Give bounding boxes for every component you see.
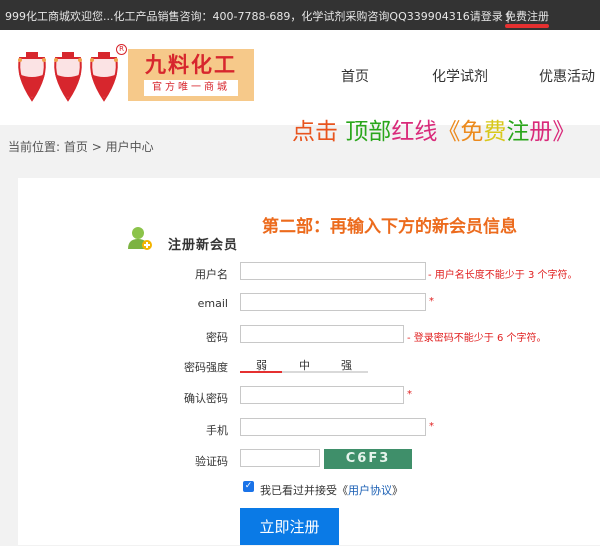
captcha-input[interactable]: [240, 449, 320, 467]
banner-seg: 红线: [391, 119, 438, 145]
username-input[interactable]: [240, 262, 426, 280]
banner-seg: 点击: [292, 119, 338, 145]
welcome-text: 999化工商城欢迎您...化工产品销售咨询：400-7788-689，化学试剂采…: [5, 10, 510, 23]
password-label: 密码: [206, 331, 228, 344]
breadcrumb-separator: >: [91, 140, 102, 154]
nav-promotions[interactable]: 优惠活动: [539, 66, 595, 86]
register-highlight-underline: [505, 24, 549, 28]
site-header: R 九料化工 官方唯一商城 首页 化学试剂 优惠活动: [0, 30, 600, 125]
strength-meter-active: [240, 371, 282, 373]
banner-seg: 注: [506, 119, 530, 145]
register-submit-button[interactable]: 立即注册: [240, 508, 339, 545]
nav-chemical-reagents[interactable]: 化学试剂: [432, 66, 488, 86]
register-banner: 点击 顶部红线《免费注册》: [292, 112, 575, 146]
captcha-label: 验证码: [195, 455, 228, 468]
email-input[interactable]: [240, 293, 426, 311]
agree-checkbox[interactable]: ✓: [243, 481, 254, 492]
confirm-password-input[interactable]: [240, 386, 404, 404]
password-strength-label: 密码强度: [184, 361, 228, 374]
breadcrumb: 当前位置: 首页 > 用户中心: [8, 138, 154, 155]
confirm-required-mark: *: [407, 389, 412, 400]
agree-suffix: 》: [392, 484, 403, 497]
free-register-link[interactable]: 免费注册: [505, 8, 549, 24]
phone-label: 手机: [206, 424, 228, 437]
password-hint: - 登录密码不能少于 6 个字符。: [407, 333, 547, 344]
banner-seg: 《免: [437, 119, 484, 145]
logo-sub-text: 官方唯一商城: [144, 80, 238, 96]
top-bar: 999化工商城欢迎您...化工产品销售咨询：400-7788-689，化学试剂采…: [0, 0, 600, 30]
add-user-icon: [128, 227, 152, 250]
phone-required-mark: *: [429, 421, 434, 432]
logo-flasks-icon[interactable]: [14, 46, 126, 114]
confirm-password-label: 确认密码: [184, 392, 228, 405]
agree-text: 我已看过并接受《用户协议》: [260, 482, 403, 498]
breadcrumb-home[interactable]: 首页: [64, 140, 88, 154]
step-instruction: 第二部：再输入下方的新会员信息: [262, 217, 517, 237]
password-input[interactable]: [240, 325, 404, 343]
username-label: 用户名: [195, 268, 228, 281]
breadcrumb-current: 用户中心: [105, 140, 154, 154]
logo-main-text: 九料化工: [145, 53, 237, 77]
register-title: 注册新会员: [168, 238, 239, 253]
nav-home[interactable]: 首页: [341, 66, 369, 86]
logo[interactable]: 九料化工 官方唯一商城: [128, 49, 254, 101]
email-required-mark: *: [429, 296, 434, 307]
banner-seg: 册》: [529, 119, 576, 145]
agree-prefix: 我已看过并接受《: [260, 484, 348, 497]
breadcrumb-prefix: 当前位置:: [8, 140, 61, 154]
registered-mark-icon: R: [116, 44, 127, 55]
banner-seg: 顶部: [338, 119, 392, 145]
user-agreement-link[interactable]: 用户协议: [348, 484, 392, 497]
captcha-image[interactable]: C6F3: [324, 449, 412, 469]
email-label: email: [197, 297, 228, 310]
username-hint: - 用户名长度不能少于 3 个字符。: [428, 270, 578, 281]
banner-seg: 费: [483, 119, 507, 145]
phone-input[interactable]: [240, 418, 426, 436]
